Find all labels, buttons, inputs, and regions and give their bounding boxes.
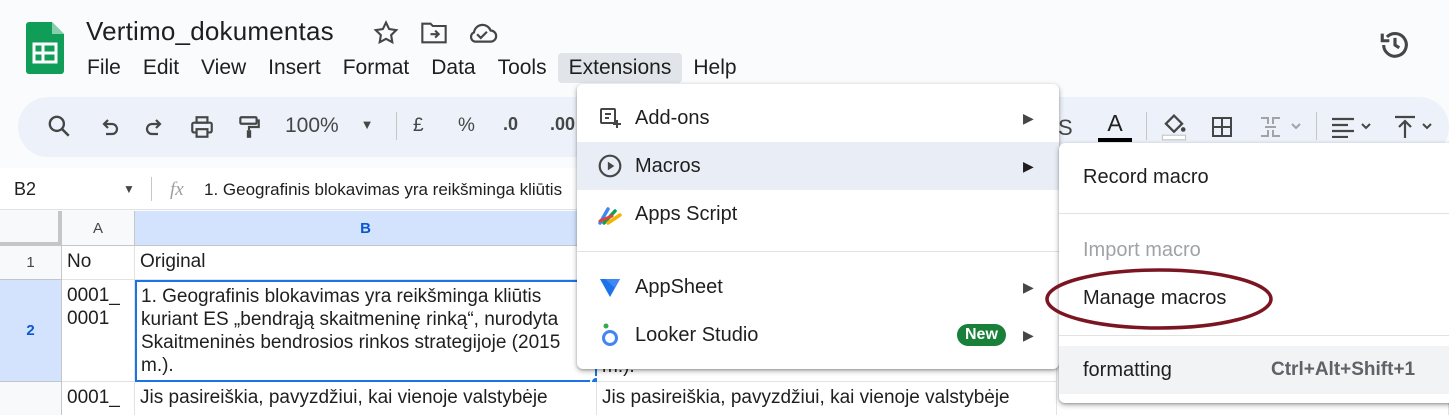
appsheet-icon: [597, 274, 623, 300]
merge-cells-icon[interactable]: [1258, 115, 1302, 144]
percent-button[interactable]: %: [458, 115, 475, 137]
menu-item-record-macro[interactable]: Record macro: [1059, 153, 1449, 201]
menu-item-macros[interactable]: Macros ▶: [577, 142, 1059, 190]
cell-c3[interactable]: Jis pasireiškia, pavyzdžiui, kai vienoje…: [597, 382, 1057, 415]
menu-item-label: Apps Script: [635, 202, 738, 225]
cell-b2[interactable]: 1. Geografinis blokavimas yra reikšminga…: [135, 280, 597, 382]
search-icon[interactable]: [46, 113, 72, 144]
submenu-arrow-icon: ▶: [1023, 157, 1034, 174]
menu-item-label: Import macro: [1083, 238, 1201, 261]
text-color-icon[interactable]: A: [1098, 110, 1132, 142]
menu-format[interactable]: Format: [332, 53, 421, 83]
zoom-select[interactable]: 100% ▼: [285, 114, 373, 138]
column-header-a[interactable]: A: [62, 211, 135, 246]
menu-tools[interactable]: Tools: [487, 53, 558, 83]
select-all-corner[interactable]: [0, 211, 62, 246]
submenu-arrow-icon: ▶: [1023, 326, 1034, 343]
fx-icon: fx: [170, 179, 184, 200]
macro-name: formatting: [1083, 358, 1172, 381]
document-title[interactable]: Vertimo_dokumentas: [86, 16, 334, 47]
submenu-arrow-icon: ▶: [1023, 278, 1034, 295]
decrease-decimal-button[interactable]: .0: [503, 114, 518, 135]
chevron-down-icon: ▼: [360, 117, 374, 132]
move-folder-icon[interactable]: [420, 20, 448, 51]
cell-a2[interactable]: 0001_ 0001: [62, 280, 135, 382]
menu-item-label: Macros: [635, 154, 701, 177]
menu-item-label: Looker Studio: [635, 323, 759, 346]
menu-data[interactable]: Data: [420, 53, 486, 83]
print-icon[interactable]: [189, 114, 215, 145]
chevron-down-icon[interactable]: ▼: [123, 182, 135, 196]
toolbar-divider: [1316, 112, 1317, 140]
cell-b1[interactable]: Original: [135, 246, 597, 280]
menu-edit[interactable]: Edit: [132, 53, 190, 83]
currency-button[interactable]: £: [413, 115, 424, 137]
menu-separator: [1059, 213, 1449, 214]
extensions-menu: Add-ons ▶ Macros ▶ Apps Script AppSheet …: [577, 84, 1059, 369]
menu-extensions[interactable]: Extensions: [557, 53, 683, 83]
menu-view[interactable]: View: [190, 53, 257, 83]
cell-a3[interactable]: 0001_: [62, 382, 135, 415]
apps-script-icon: [597, 201, 623, 227]
cell-b3[interactable]: Jis pasireiškia, pavyzdžiui, kai vienoje…: [135, 382, 597, 415]
formula-divider: [151, 177, 152, 201]
annotation-ellipse: [1043, 266, 1275, 337]
add-ons-icon: [597, 105, 623, 131]
menu-item-label: Add-ons: [635, 106, 710, 129]
new-badge: New: [957, 324, 1006, 346]
looker-studio-icon: [597, 322, 623, 348]
undo-icon[interactable]: [97, 115, 121, 144]
menu-insert[interactable]: Insert: [257, 53, 332, 83]
menu-help[interactable]: Help: [682, 53, 747, 83]
menu-item-label: AppSheet: [635, 275, 723, 298]
strikethrough-icon[interactable]: S: [1058, 115, 1073, 141]
fill-color-icon[interactable]: [1160, 111, 1188, 146]
menu-bar: File Edit View Insert Format Data Tools …: [76, 52, 748, 84]
row-header-3[interactable]: [0, 382, 62, 415]
sheets-logo-icon[interactable]: [26, 22, 64, 74]
menu-item-looker-studio[interactable]: Looker Studio New ▶: [577, 311, 1059, 359]
cloud-saved-icon[interactable]: [466, 19, 498, 52]
formula-input[interactable]: 1. Geografinis blokavimas yra reikšminga…: [204, 180, 584, 200]
menu-item-appsheet[interactable]: AppSheet ▶: [577, 263, 1059, 311]
menu-item-apps-script[interactable]: Apps Script: [577, 190, 1059, 238]
menu-file[interactable]: File: [76, 53, 132, 83]
borders-icon[interactable]: [1210, 115, 1234, 144]
star-icon[interactable]: [372, 19, 400, 52]
menu-item-label: Record macro: [1083, 165, 1209, 188]
paint-format-icon[interactable]: [236, 114, 262, 145]
increase-decimal-button[interactable]: .00: [550, 114, 575, 135]
row-header-1[interactable]: 1: [0, 246, 62, 280]
vertical-align-icon[interactable]: [1393, 114, 1441, 145]
toolbar-divider: [1146, 112, 1147, 140]
menu-item-add-ons[interactable]: Add-ons ▶: [577, 94, 1059, 142]
submenu-arrow-icon: ▶: [1023, 109, 1034, 126]
play-circle-icon: [597, 153, 623, 179]
column-header-b[interactable]: B: [135, 211, 597, 246]
row-header-2[interactable]: 2: [0, 280, 62, 382]
macro-shortcut: Ctrl+Alt+Shift+1: [1271, 359, 1416, 380]
version-history-icon[interactable]: [1378, 28, 1412, 67]
toolbar-divider: [396, 112, 397, 140]
name-box[interactable]: B2: [14, 179, 36, 200]
cell-a1[interactable]: No: [62, 246, 135, 280]
menu-item-macro-formatting[interactable]: formatting Ctrl+Alt+Shift+1: [1059, 346, 1449, 394]
horizontal-align-icon[interactable]: [1330, 116, 1378, 143]
zoom-value: 100%: [285, 114, 339, 137]
menu-separator: [577, 251, 1059, 252]
redo-icon[interactable]: [143, 115, 167, 144]
